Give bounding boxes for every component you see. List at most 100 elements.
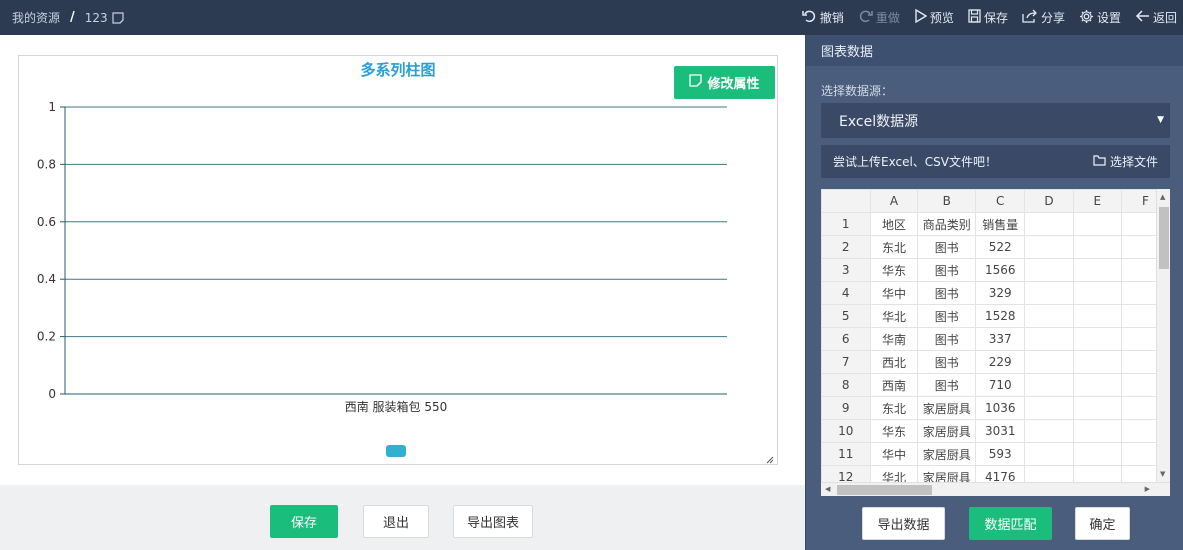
- table-cell[interactable]: [1072, 327, 1122, 351]
- table-cell[interactable]: 3031: [975, 419, 1026, 443]
- column-header[interactable]: B: [917, 189, 977, 213]
- table-cell[interactable]: 329: [975, 281, 1026, 305]
- table-cell[interactable]: [1072, 419, 1122, 443]
- table-cell[interactable]: [1072, 235, 1122, 259]
- row-header[interactable]: 7: [821, 350, 871, 374]
- export-data-button[interactable]: 导出数据: [862, 507, 945, 540]
- scroll-right-icon[interactable]: ▶: [1145, 485, 1150, 493]
- table-cell[interactable]: 西南: [869, 373, 919, 397]
- match-data-button[interactable]: 数据匹配: [969, 507, 1052, 540]
- table-cell[interactable]: 地区: [869, 212, 919, 236]
- table-cell[interactable]: [1072, 442, 1122, 466]
- row-header[interactable]: 1: [821, 212, 871, 236]
- table-cell[interactable]: [1024, 258, 1074, 282]
- table-cell[interactable]: [1024, 212, 1074, 236]
- table-cell[interactable]: 华中: [869, 281, 919, 305]
- table-cell[interactable]: [1024, 350, 1074, 374]
- back-button[interactable]: 返回: [1135, 9, 1177, 26]
- table-cell[interactable]: [1024, 419, 1074, 443]
- table-cell[interactable]: 522: [975, 235, 1026, 259]
- table-cell[interactable]: 东北: [869, 396, 919, 420]
- scroll-thumb-horizontal[interactable]: [837, 485, 932, 495]
- scroll-down-icon[interactable]: ▼: [1160, 470, 1165, 478]
- edit-name-icon[interactable]: [112, 11, 124, 24]
- table-cell[interactable]: 图书: [917, 350, 977, 374]
- redo-button[interactable]: 重做: [858, 9, 900, 26]
- choose-file-button[interactable]: 选择文件: [1093, 145, 1158, 178]
- table-cell[interactable]: 华中: [869, 442, 919, 466]
- data-source-select[interactable]: Excel数据源 ▼: [821, 103, 1170, 138]
- row-header[interactable]: 9: [821, 396, 871, 420]
- table-cell[interactable]: 图书: [917, 258, 977, 282]
- table-cell[interactable]: [1072, 350, 1122, 374]
- column-header[interactable]: D: [1024, 189, 1074, 213]
- table-cell[interactable]: 华南: [869, 327, 919, 351]
- row-header[interactable]: 5: [821, 304, 871, 328]
- table-cell[interactable]: 家居厨具: [917, 419, 977, 443]
- table-cell[interactable]: [1072, 281, 1122, 305]
- row-header[interactable]: 2: [821, 235, 871, 259]
- vertical-scrollbar[interactable]: ▲ ▼: [1156, 189, 1170, 482]
- table-cell[interactable]: 家居厨具: [917, 396, 977, 420]
- undo-button[interactable]: 撤销: [802, 9, 844, 26]
- scroll-up-icon[interactable]: ▲: [1160, 193, 1165, 201]
- table-cell[interactable]: 1528: [975, 304, 1026, 328]
- table-cell[interactable]: 图书: [917, 281, 977, 305]
- table-cell[interactable]: [1024, 281, 1074, 305]
- table-cell[interactable]: 229: [975, 350, 1026, 374]
- table-cell[interactable]: 图书: [917, 235, 977, 259]
- column-header[interactable]: A: [869, 189, 919, 213]
- settings-button[interactable]: 设置: [1079, 9, 1121, 27]
- chart-frame[interactable]: 0 0.2 0.4 0.6 0.8 1 西南 服装箱包 550 多系列柱图 修改属性: [18, 55, 778, 465]
- table-cell[interactable]: [1072, 212, 1122, 236]
- resize-handle-icon[interactable]: [766, 453, 774, 464]
- table-cell[interactable]: [1024, 373, 1074, 397]
- column-header[interactable]: C: [975, 189, 1026, 213]
- breadcrumb-root[interactable]: 我的资源: [12, 9, 60, 26]
- table-cell[interactable]: [1024, 442, 1074, 466]
- table-cell[interactable]: [1072, 373, 1122, 397]
- table-cell[interactable]: 337: [975, 327, 1026, 351]
- table-cell[interactable]: [1024, 327, 1074, 351]
- table-cell[interactable]: 东北: [869, 235, 919, 259]
- export-chart-button[interactable]: 导出图表: [453, 505, 533, 538]
- row-header[interactable]: 4: [821, 281, 871, 305]
- table-cell[interactable]: 商品类别: [917, 212, 977, 236]
- share-button[interactable]: 分享: [1022, 9, 1065, 26]
- preview-button[interactable]: 预览: [914, 8, 954, 26]
- table-cell[interactable]: 图书: [917, 304, 977, 328]
- table-cell[interactable]: 华东: [869, 419, 919, 443]
- table-cell[interactable]: 1036: [975, 396, 1026, 420]
- table-cell[interactable]: 图书: [917, 327, 977, 351]
- table-cell[interactable]: 593: [975, 442, 1026, 466]
- table-cell[interactable]: 家居厨具: [917, 442, 977, 466]
- table-cell[interactable]: 华北: [869, 304, 919, 328]
- row-header[interactable]: 10: [821, 419, 871, 443]
- table-cell[interactable]: 华东: [869, 258, 919, 282]
- horizontal-scrollbar[interactable]: ◀ ▶: [821, 482, 1170, 496]
- scroll-thumb[interactable]: [1159, 207, 1169, 269]
- table-cell[interactable]: 1566: [975, 258, 1026, 282]
- table-cell[interactable]: [1024, 396, 1074, 420]
- save-toolbar-button[interactable]: 保存: [968, 9, 1008, 26]
- table-cell[interactable]: [1024, 235, 1074, 259]
- table-cell[interactable]: 710: [975, 373, 1026, 397]
- spreadsheet[interactable]: ABCDEF 1 地区 商品类别 销售量 2 东北 图书 522 3 华东 图书 1566 4 华中 图书 3…: [821, 189, 1170, 496]
- row-header[interactable]: 8: [821, 373, 871, 397]
- column-header[interactable]: [821, 189, 871, 213]
- row-header[interactable]: 3: [821, 258, 871, 282]
- table-cell[interactable]: 销售量: [975, 212, 1026, 236]
- modify-properties-button[interactable]: 修改属性: [674, 66, 775, 99]
- scroll-left-icon[interactable]: ◀: [825, 485, 830, 493]
- table-cell[interactable]: 图书: [917, 373, 977, 397]
- table-cell[interactable]: [1024, 304, 1074, 328]
- table-cell[interactable]: [1072, 396, 1122, 420]
- row-header[interactable]: 11: [821, 442, 871, 466]
- row-header[interactable]: 6: [821, 327, 871, 351]
- table-cell[interactable]: 西北: [869, 350, 919, 374]
- confirm-button[interactable]: 确定: [1075, 507, 1130, 540]
- exit-button[interactable]: 退出: [363, 505, 429, 538]
- save-button[interactable]: 保存: [270, 505, 338, 538]
- table-cell[interactable]: [1072, 258, 1122, 282]
- table-cell[interactable]: [1072, 304, 1122, 328]
